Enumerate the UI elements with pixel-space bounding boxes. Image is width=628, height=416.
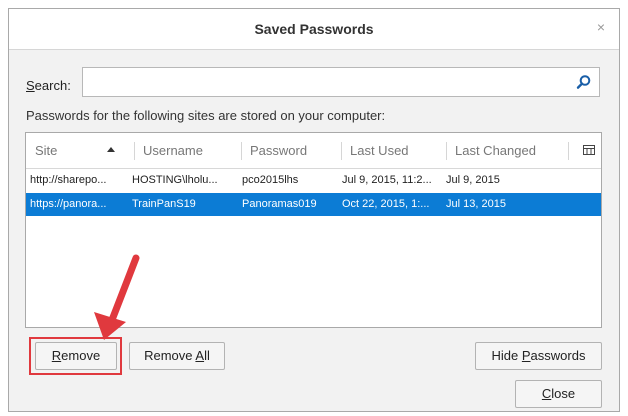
annotation-arrow: [94, 254, 140, 340]
